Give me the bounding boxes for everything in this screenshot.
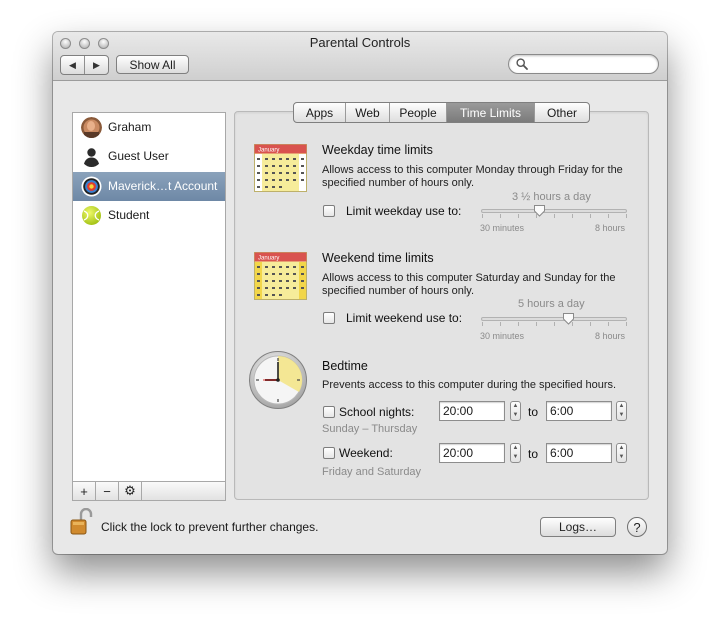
weekday-value-label: 3 ½ hours a day bbox=[512, 191, 591, 203]
weekend-limit-label: Limit weekend use to: bbox=[346, 311, 463, 325]
weekday-limit-label: Limit weekday use to: bbox=[346, 204, 462, 218]
user-name: Maverick…t Account bbox=[108, 179, 218, 193]
user-list-toolbar: + − ⚙ bbox=[72, 482, 226, 501]
plus-icon: + bbox=[80, 483, 88, 499]
weekday-min-label: 30 minutes bbox=[480, 223, 525, 233]
help-button[interactable]: ? bbox=[627, 517, 647, 537]
user-item-student[interactable]: Student bbox=[73, 201, 225, 230]
tab-apps[interactable]: Apps bbox=[294, 103, 345, 122]
weekend-bedtime-checkbox[interactable] bbox=[323, 447, 335, 459]
gear-icon: ⚙ bbox=[124, 483, 136, 498]
tab-bar: Apps Web People Time Limits Other bbox=[293, 102, 590, 123]
weekend-from-field[interactable]: 20:00 bbox=[439, 443, 505, 463]
lock-icon[interactable] bbox=[70, 508, 94, 536]
user-name: Guest User bbox=[108, 149, 169, 163]
add-user-button[interactable]: + bbox=[73, 482, 96, 500]
school-nights-to-field[interactable]: 6:00 bbox=[546, 401, 612, 421]
school-nights-to-label: to bbox=[528, 405, 539, 419]
user-item-maverick[interactable]: Maverick…t Account bbox=[73, 172, 225, 201]
show-all-button[interactable]: Show All bbox=[116, 55, 189, 74]
weekend-to-field[interactable]: 6:00 bbox=[546, 443, 612, 463]
stepper-down-icon[interactable]: ▼ bbox=[511, 453, 520, 462]
weekend-description-line2: specified number of hours only. bbox=[322, 285, 475, 297]
bedtime-description: Prevents access to this computer during … bbox=[322, 379, 617, 391]
search-input[interactable] bbox=[531, 57, 651, 71]
minus-icon: − bbox=[103, 483, 111, 499]
user-item-guest[interactable]: Guest User bbox=[73, 142, 225, 171]
search-field[interactable] bbox=[508, 54, 659, 74]
back-arrow-icon: ◀ bbox=[69, 59, 76, 70]
action-menu-button[interactable]: ⚙ bbox=[119, 482, 142, 500]
back-button[interactable]: ◀ bbox=[61, 56, 84, 74]
target-avatar-icon bbox=[81, 176, 102, 197]
tab-web[interactable]: Web bbox=[345, 103, 389, 122]
stepper-down-icon[interactable]: ▼ bbox=[511, 411, 520, 420]
weekend-description-line1: Allows access to this computer Saturday … bbox=[322, 272, 616, 284]
weekend-heading: Weekend time limits bbox=[322, 251, 434, 265]
weekday-slider-track[interactable] bbox=[481, 209, 627, 213]
tab-people[interactable]: People bbox=[389, 103, 446, 122]
stepper-up-icon[interactable]: ▲ bbox=[511, 402, 520, 411]
title-bar: Parental Controls ◀ ▶ Show All bbox=[53, 32, 667, 81]
school-nights-from-field[interactable]: 20:00 bbox=[439, 401, 505, 421]
forward-button[interactable]: ▶ bbox=[84, 56, 108, 74]
clock-icon bbox=[249, 351, 307, 409]
user-name: Student bbox=[108, 208, 150, 222]
user-item-graham[interactable]: Graham bbox=[73, 113, 225, 142]
school-nights-from-stepper[interactable]: ▲ ▼ bbox=[510, 401, 521, 421]
stepper-up-icon[interactable]: ▲ bbox=[511, 444, 520, 453]
weekend-calendar-icon: January bbox=[254, 252, 307, 300]
back-forward-control: ◀ ▶ bbox=[60, 55, 109, 75]
lock-message: Click the lock to prevent further change… bbox=[101, 520, 319, 534]
stepper-down-icon[interactable]: ▼ bbox=[617, 411, 626, 420]
weekday-max-label: 8 hours bbox=[595, 223, 626, 233]
weekend-from-stepper[interactable]: ▲ ▼ bbox=[510, 443, 521, 463]
weekend-value-label: 5 hours a day bbox=[518, 298, 585, 310]
school-nights-label: School nights: bbox=[339, 405, 415, 419]
calendar-month-label: January bbox=[258, 256, 279, 262]
weekend-bedtime-label: Weekend: bbox=[339, 446, 393, 460]
weekday-limit-checkbox[interactable] bbox=[323, 205, 335, 217]
tennis-ball-icon bbox=[82, 206, 101, 225]
user-list[interactable]: Graham Guest User Maverick…t Account Stu… bbox=[72, 112, 226, 482]
search-icon bbox=[516, 58, 528, 70]
weekend-to-stepper[interactable]: ▲ ▼ bbox=[616, 443, 627, 463]
guest-user-icon bbox=[83, 148, 100, 167]
window-title: Parental Controls bbox=[309, 35, 411, 50]
user-name: Graham bbox=[108, 120, 152, 134]
weekday-description-line1: Allows access to this computer Monday th… bbox=[322, 164, 623, 176]
parental-controls-window: Parental Controls ◀ ▶ Show All Graham Gu… bbox=[53, 32, 667, 554]
stepper-up-icon[interactable]: ▲ bbox=[617, 444, 626, 453]
stepper-up-icon[interactable]: ▲ bbox=[617, 402, 626, 411]
weekend-slider-track[interactable] bbox=[481, 317, 627, 321]
weekday-description-line2: specified number of hours only. bbox=[322, 177, 475, 189]
weekend-min-label: 30 minutes bbox=[480, 331, 525, 341]
logs-button[interactable]: Logs… bbox=[540, 517, 616, 537]
tab-other[interactable]: Other bbox=[534, 103, 589, 122]
graham-avatar-icon bbox=[81, 117, 102, 138]
forward-arrow-icon: ▶ bbox=[93, 59, 100, 70]
tab-time-limits[interactable]: Time Limits bbox=[446, 103, 534, 122]
stepper-down-icon[interactable]: ▼ bbox=[617, 453, 626, 462]
weekday-heading: Weekday time limits bbox=[322, 143, 433, 157]
weekend-slider-thumb[interactable] bbox=[562, 312, 575, 325]
school-nights-checkbox[interactable] bbox=[323, 406, 335, 418]
remove-user-button[interactable]: − bbox=[96, 482, 119, 500]
weekend-bedtime-sub: Friday and Saturday bbox=[322, 466, 422, 478]
school-nights-to-stepper[interactable]: ▲ ▼ bbox=[616, 401, 627, 421]
calendar-month-label: January bbox=[258, 148, 279, 154]
weekday-slider-thumb[interactable] bbox=[533, 204, 546, 217]
weekday-calendar-icon: January bbox=[254, 144, 307, 192]
bedtime-heading: Bedtime bbox=[322, 359, 368, 373]
weekend-to-label: to bbox=[528, 447, 539, 461]
school-nights-sub: Sunday – Thursday bbox=[322, 423, 418, 435]
weekend-max-label: 8 hours bbox=[595, 331, 626, 341]
weekend-limit-checkbox[interactable] bbox=[323, 312, 335, 324]
